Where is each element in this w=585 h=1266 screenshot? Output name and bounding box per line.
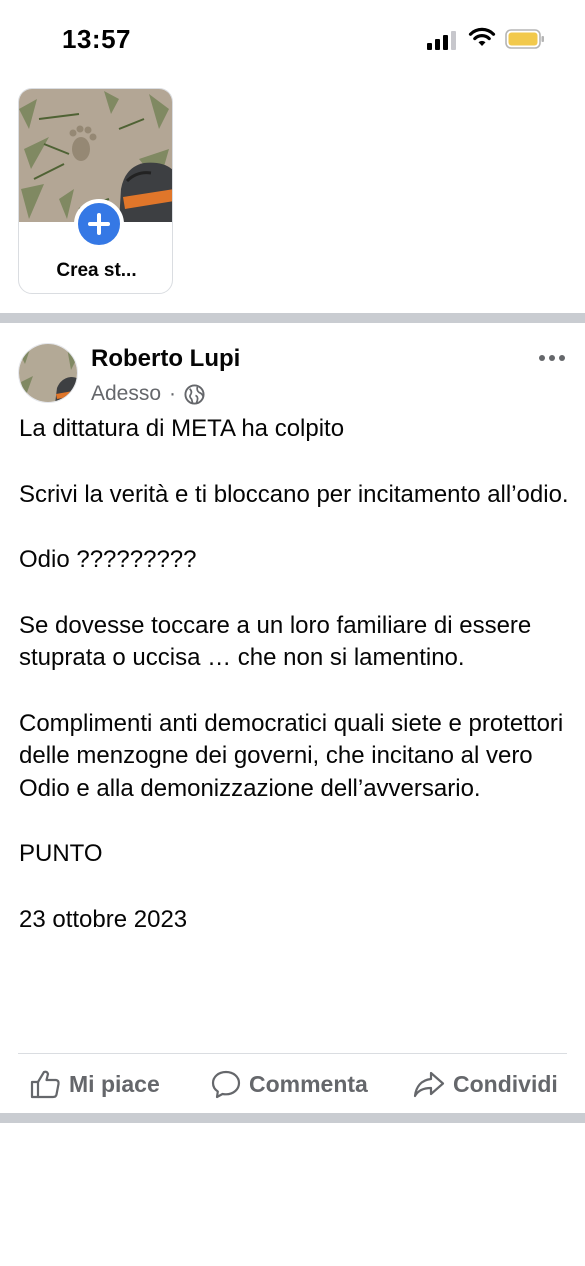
create-story-card[interactable]: Crea st... [18, 88, 173, 294]
post-meta: Adesso · [91, 382, 205, 406]
like-button[interactable]: Mi piace [30, 1063, 160, 1105]
post-time[interactable]: Adesso [91, 382, 161, 406]
like-label: Mi piace [69, 1070, 160, 1097]
stories-tray: Crea st... [0, 80, 585, 312]
more-options-icon[interactable] [536, 346, 568, 370]
comment-label: Commenta [249, 1070, 368, 1097]
post-paragraph: 23 ottobre 2023 [19, 905, 188, 933]
post-paragraph: Odio ????????? [19, 546, 197, 573]
battery-icon [505, 29, 544, 49]
avatar[interactable] [18, 343, 78, 403]
share-icon [413, 1071, 445, 1098]
section-divider [0, 1113, 585, 1123]
share-label: Condividi [453, 1070, 558, 1097]
actions-divider [18, 1053, 567, 1054]
wifi-icon [468, 27, 496, 46]
globe-icon [184, 383, 205, 405]
status-time: 13:57 [62, 24, 131, 54]
share-button[interactable]: Condividi [413, 1063, 558, 1105]
post-paragraph: La dittatura di META ha colpito [19, 415, 345, 442]
create-story-label: Crea st... [56, 260, 137, 281]
plus-icon[interactable] [74, 199, 124, 249]
cellular-signal-icon [427, 30, 457, 50]
meta-separator: · [169, 382, 177, 405]
post-paragraph: Se dovesse toccare a un loro familiare d… [19, 611, 532, 672]
section-divider [0, 313, 585, 323]
post-text: La dittatura di META ha colpito Scrivi l… [19, 413, 569, 936]
status-bar: 13:57 [0, 0, 585, 80]
post-paragraph: Complimenti anti democratici quali siete… [19, 709, 564, 802]
thumbs-up-icon [30, 1070, 60, 1099]
comment-icon [211, 1070, 241, 1099]
post-paragraph: Scrivi la verità e ti bloccano per incit… [19, 480, 569, 508]
post-author[interactable]: Roberto Lupi [91, 345, 240, 373]
post-paragraph: PUNTO [19, 840, 103, 867]
comment-button[interactable]: Commenta [211, 1063, 368, 1105]
